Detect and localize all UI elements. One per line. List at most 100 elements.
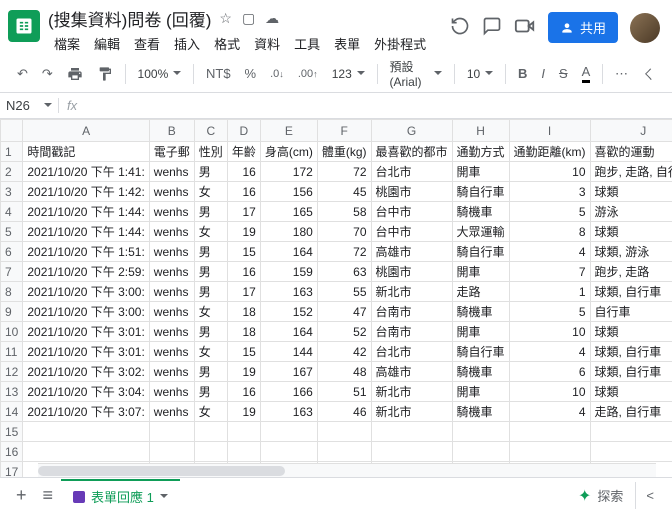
cell[interactable]: 2021/10/20 下午 3:07: bbox=[23, 402, 149, 422]
col-header-D[interactable]: D bbox=[227, 120, 260, 142]
fontsize-dropdown[interactable]: 10 bbox=[462, 63, 498, 85]
paint-format-icon[interactable] bbox=[92, 62, 118, 86]
cell[interactable]: 男 bbox=[194, 262, 227, 282]
doc-title[interactable]: (搜集資料)問卷 (回覆) bbox=[48, 6, 211, 31]
increase-decimal-button[interactable]: .00↑ bbox=[293, 64, 323, 84]
cell[interactable]: 騎機車 bbox=[452, 202, 509, 222]
cell[interactable]: 男 bbox=[194, 162, 227, 182]
cell[interactable]: 跑步, 走路 bbox=[590, 262, 672, 282]
font-dropdown[interactable]: 預設 (Arial) bbox=[385, 54, 448, 93]
cell[interactable] bbox=[194, 422, 227, 442]
col-header-C[interactable]: C bbox=[194, 120, 227, 142]
cell[interactable]: 5 bbox=[509, 202, 590, 222]
percent-button[interactable]: % bbox=[240, 62, 262, 85]
cell[interactable]: wenhs bbox=[149, 222, 194, 242]
undo-icon[interactable]: ↶ bbox=[12, 62, 33, 86]
cell[interactable]: 10 bbox=[509, 162, 590, 182]
row-header-9[interactable]: 9 bbox=[1, 302, 23, 322]
cell[interactable]: 5 bbox=[509, 302, 590, 322]
col-header-G[interactable]: G bbox=[371, 120, 452, 142]
move-icon[interactable]: ▢ bbox=[242, 10, 255, 27]
cell[interactable]: wenhs bbox=[149, 262, 194, 282]
cell[interactable]: 19 bbox=[227, 222, 260, 242]
print-icon[interactable] bbox=[62, 62, 88, 86]
row-header-13[interactable]: 13 bbox=[1, 382, 23, 402]
cell[interactable]: 2021/10/20 下午 3:00: bbox=[23, 302, 149, 322]
cell[interactable]: 騎自行車 bbox=[452, 242, 509, 262]
cell[interactable]: 球類 bbox=[590, 322, 672, 342]
cell[interactable]: 17 bbox=[227, 202, 260, 222]
cell[interactable]: 2021/10/20 下午 1:42: bbox=[23, 182, 149, 202]
cell[interactable]: 球類, 自行車 bbox=[590, 282, 672, 302]
cell[interactable]: 18 bbox=[227, 302, 260, 322]
cell[interactable]: 4 bbox=[509, 402, 590, 422]
row-header-11[interactable]: 11 bbox=[1, 342, 23, 362]
cell[interactable]: 2021/10/20 下午 1:41: bbox=[23, 162, 149, 182]
cell[interactable]: 2021/10/20 下午 3:02: bbox=[23, 362, 149, 382]
cell[interactable]: wenhs bbox=[149, 302, 194, 322]
number-format-dropdown[interactable]: 123 bbox=[327, 63, 370, 85]
cell[interactable]: 女 bbox=[194, 302, 227, 322]
bold-button[interactable]: B bbox=[513, 62, 532, 85]
cell[interactable]: 16 bbox=[227, 182, 260, 202]
col-header-B[interactable]: B bbox=[149, 120, 194, 142]
cell[interactable]: 球類 bbox=[590, 222, 672, 242]
currency-button[interactable]: NT$ bbox=[201, 62, 236, 85]
cell[interactable]: 42 bbox=[317, 342, 371, 362]
sheets-logo[interactable] bbox=[8, 10, 40, 42]
cell[interactable]: 7 bbox=[509, 262, 590, 282]
cell[interactable]: 58 bbox=[317, 202, 371, 222]
col-header-F[interactable]: F bbox=[317, 120, 371, 142]
cell[interactable]: 45 bbox=[317, 182, 371, 202]
cell[interactable]: 女 bbox=[194, 402, 227, 422]
cell[interactable]: 144 bbox=[260, 342, 317, 362]
cell[interactable]: 騎機車 bbox=[452, 302, 509, 322]
cell[interactable] bbox=[452, 422, 509, 442]
cell[interactable]: wenhs bbox=[149, 202, 194, 222]
cell[interactable]: 桃園市 bbox=[371, 182, 452, 202]
cell[interactable]: 台中市 bbox=[371, 222, 452, 242]
cell[interactable]: 開車 bbox=[452, 322, 509, 342]
cell[interactable]: 166 bbox=[260, 382, 317, 402]
cell[interactable]: 70 bbox=[317, 222, 371, 242]
cell[interactable]: wenhs bbox=[149, 182, 194, 202]
menu-8[interactable]: 外掛程式 bbox=[368, 32, 432, 55]
cell[interactable]: 高雄市 bbox=[371, 362, 452, 382]
cell[interactable] bbox=[149, 442, 194, 462]
cell[interactable]: 165 bbox=[260, 202, 317, 222]
share-button[interactable]: 共用 bbox=[548, 12, 618, 43]
zoom-dropdown[interactable]: 100% bbox=[133, 63, 187, 85]
cell[interactable]: 52 bbox=[317, 322, 371, 342]
cell[interactable]: 16 bbox=[227, 162, 260, 182]
cell[interactable]: 180 bbox=[260, 222, 317, 242]
cell[interactable]: 球類, 游泳 bbox=[590, 242, 672, 262]
cell[interactable]: 17 bbox=[227, 282, 260, 302]
row-header-5[interactable]: 5 bbox=[1, 222, 23, 242]
cell[interactable] bbox=[371, 442, 452, 462]
row-header-15[interactable]: 15 bbox=[1, 422, 23, 442]
cell[interactable]: 3 bbox=[509, 182, 590, 202]
row-header-14[interactable]: 14 bbox=[1, 402, 23, 422]
explore-button[interactable]: ✦ 探索 bbox=[566, 480, 635, 512]
cell[interactable]: 騎自行車 bbox=[452, 342, 509, 362]
cell[interactable]: 台中市 bbox=[371, 202, 452, 222]
redo-icon[interactable]: ↷ bbox=[37, 62, 58, 86]
cell[interactable]: 球類 bbox=[590, 382, 672, 402]
cell[interactable]: 自行車 bbox=[590, 302, 672, 322]
row-header-10[interactable]: 10 bbox=[1, 322, 23, 342]
cell[interactable] bbox=[590, 442, 672, 462]
cell[interactable]: 10 bbox=[509, 322, 590, 342]
cell[interactable]: 19 bbox=[227, 402, 260, 422]
cell[interactable] bbox=[590, 422, 672, 442]
cell[interactable]: 47 bbox=[317, 302, 371, 322]
cell[interactable]: 10 bbox=[509, 382, 590, 402]
text-color-button[interactable]: A bbox=[577, 60, 596, 87]
cell[interactable] bbox=[194, 442, 227, 462]
cell[interactable]: 女 bbox=[194, 342, 227, 362]
cell[interactable]: 48 bbox=[317, 362, 371, 382]
cell[interactable]: 台北市 bbox=[371, 162, 452, 182]
horizontal-scrollbar[interactable] bbox=[38, 463, 656, 477]
cell[interactable]: wenhs bbox=[149, 362, 194, 382]
header-cell[interactable]: 最喜歡的都市 bbox=[371, 142, 452, 162]
cell[interactable] bbox=[317, 442, 371, 462]
